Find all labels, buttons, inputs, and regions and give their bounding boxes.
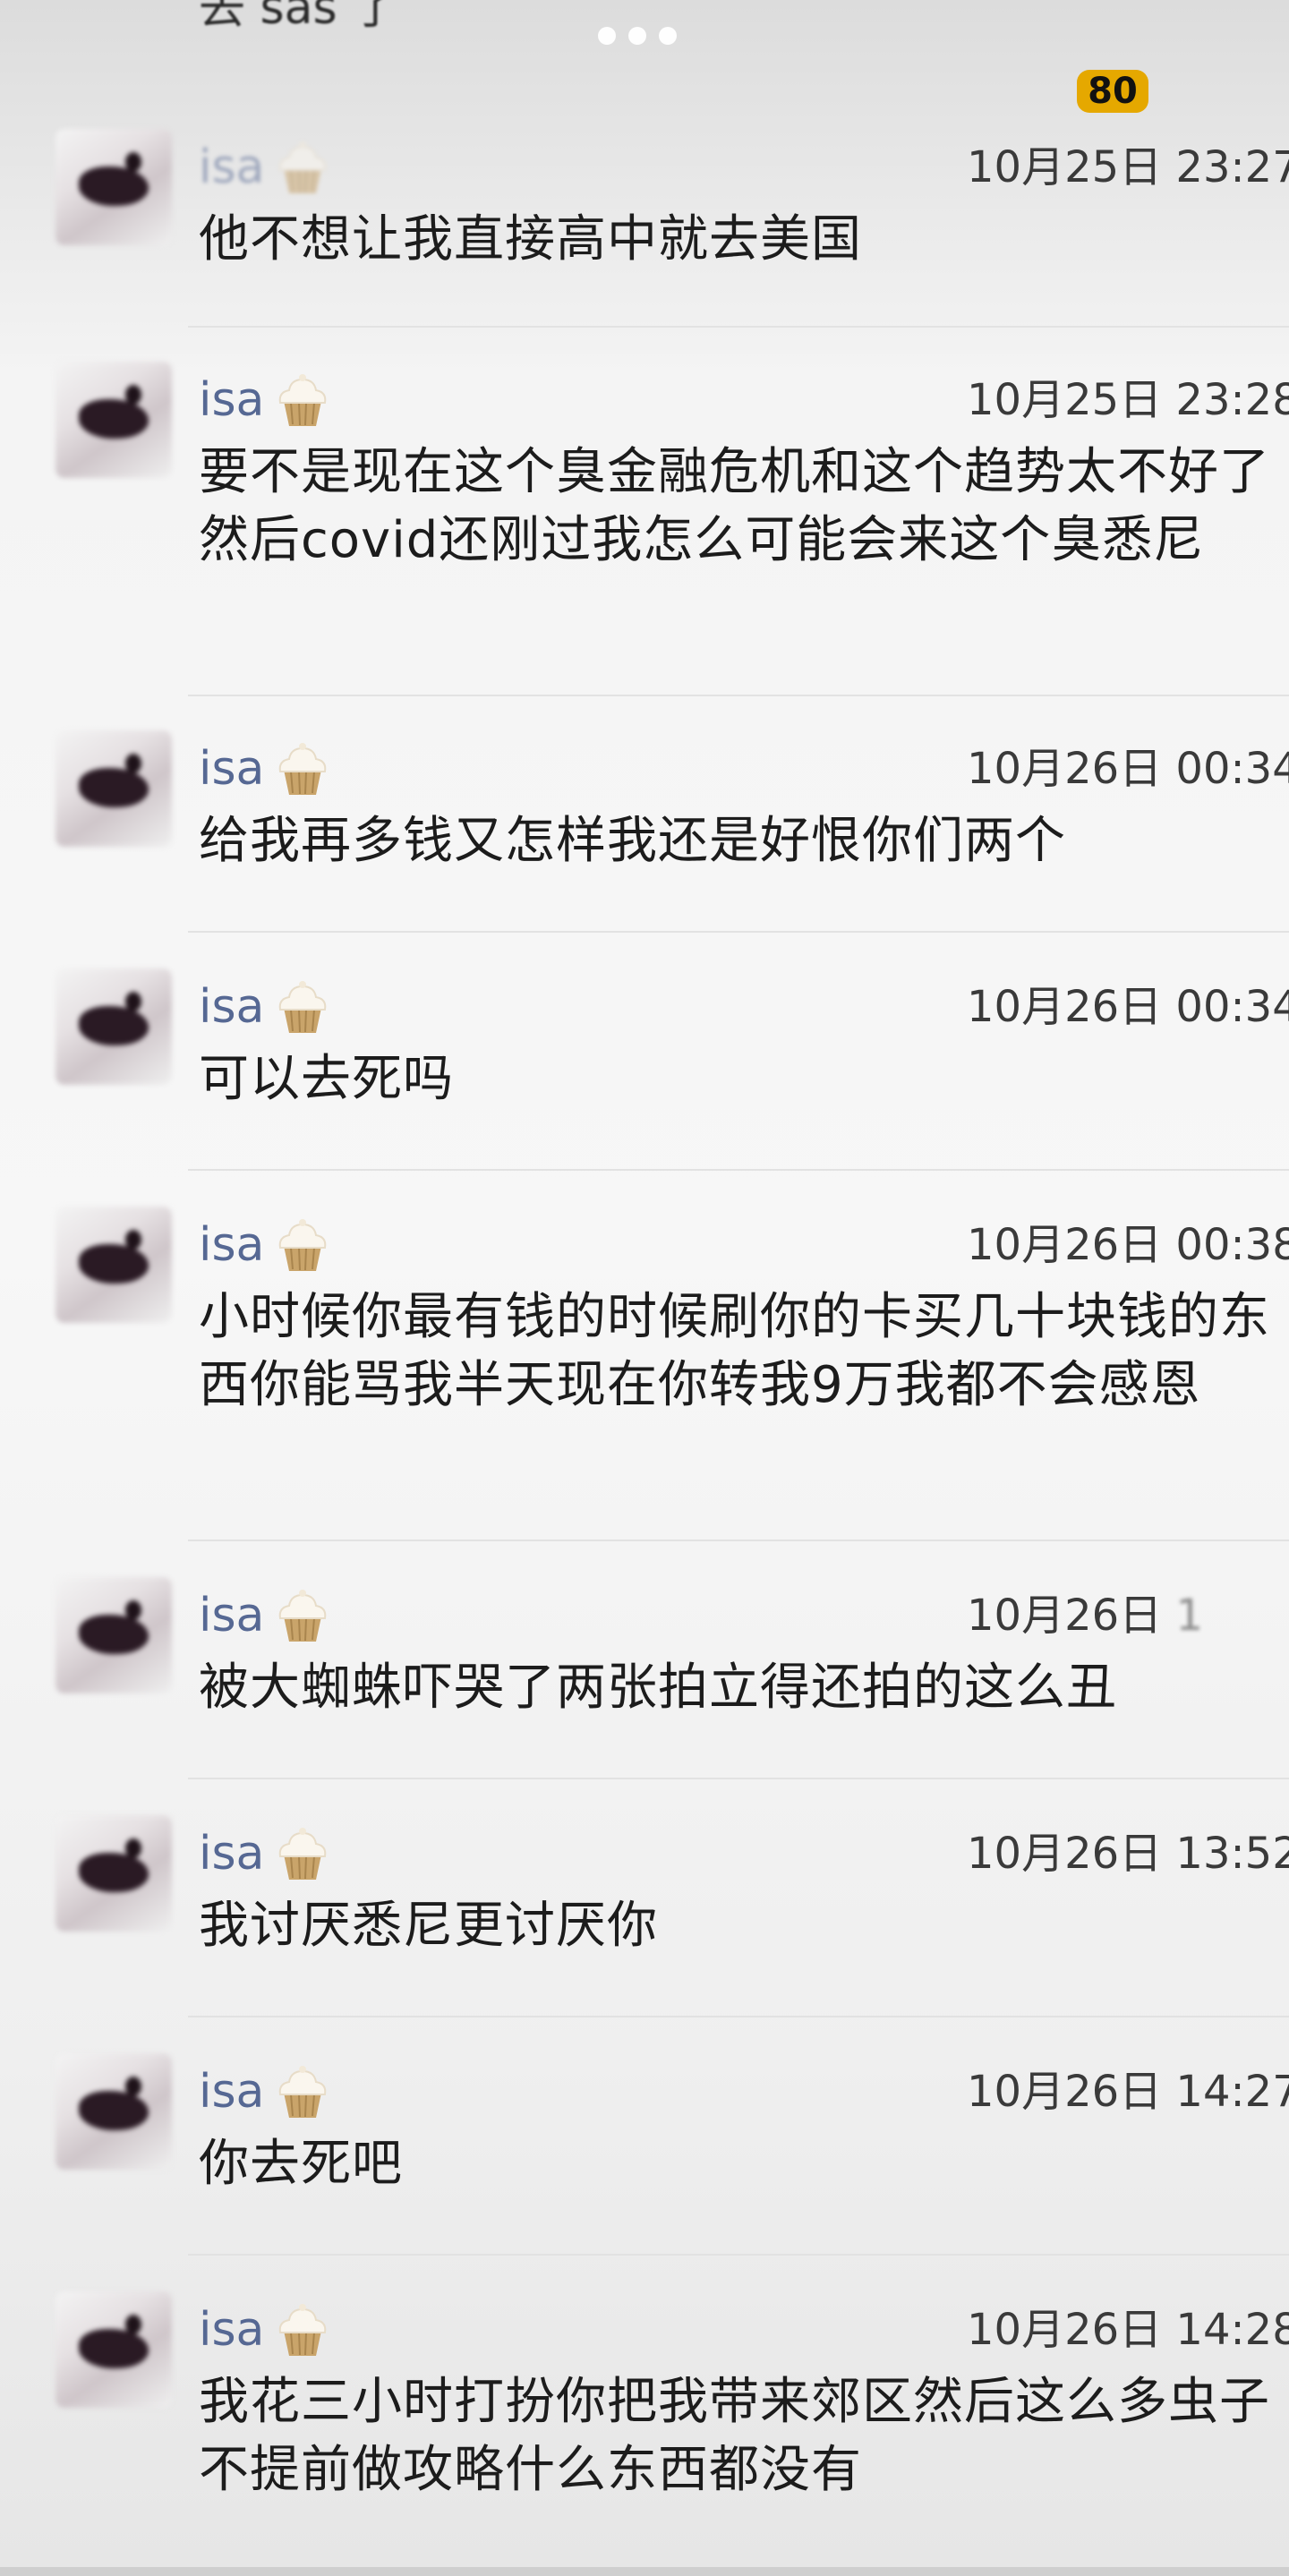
dot [598, 27, 616, 45]
more-dots-icon[interactable] [598, 27, 677, 45]
avatar[interactable] [55, 1815, 172, 1932]
message-text[interactable]: 要不是现在这个臭金融危机和这个趋势太不好了然后covid还刚过我怎么可能会来这个… [199, 439, 1282, 575]
message-timestamp: 10月26日 14:28 [967, 2305, 1289, 2355]
dot [628, 27, 646, 45]
chat-screen: 去 sas 了 80 isa 10月25日 23:27 他不想让我直接高中就去美… [0, 0, 1289, 2576]
message-timestamp: 10月26日 00:34 [967, 982, 1289, 1032]
bottom-edge [0, 2567, 1289, 2576]
avatar[interactable] [55, 362, 172, 478]
avatar[interactable] [55, 1577, 172, 1693]
sender-name-text: isa [199, 742, 265, 796]
divider [188, 1540, 1289, 1541]
sender-name[interactable]: isa [199, 136, 334, 199]
message-timestamp: 10月26日 1 [967, 1584, 1203, 1647]
message-timestamp: 10月26日 14:27 [967, 2067, 1289, 2117]
cupcake-icon [279, 2304, 327, 2356]
sender-name[interactable]: isa [199, 1214, 334, 1276]
sender-name[interactable]: isa [199, 2299, 334, 2361]
cupcake-icon [279, 1219, 327, 1271]
sender-name[interactable]: isa [199, 1822, 334, 1885]
divider [188, 2254, 1289, 2256]
message-text[interactable]: 他不想让我直接高中就去美国 [199, 206, 1282, 274]
message-timestamp: 10月26日 00:34 [967, 744, 1289, 794]
message-text[interactable]: 小时候你最有钱的时候刷你的卡买几十块钱的东西你能骂我半天现在你转我9万我都不会感… [199, 1284, 1282, 1420]
cupcake-icon [279, 141, 327, 193]
unread-count-badge[interactable]: 80 [1077, 70, 1148, 113]
message-text[interactable]: 我讨厌悉尼更讨厌你 [199, 1892, 1282, 1960]
divider [188, 1169, 1289, 1171]
message-text[interactable]: 被大蜘蛛吓哭了两张拍立得还拍的这么丑 [199, 1654, 1282, 1722]
message-timestamp-obscured: 1 [1175, 1591, 1203, 1641]
sender-name[interactable]: isa [199, 976, 334, 1038]
message-timestamp: 10月25日 23:27 [967, 142, 1289, 192]
message-text[interactable]: 你去死吧 [199, 2130, 1282, 2198]
previous-message-fragment: 去 sas 了 [199, 0, 399, 35]
sender-name-text: isa [199, 980, 265, 1034]
sender-name[interactable]: isa [199, 369, 334, 431]
message-timestamp: 10月26日 13:52 [967, 1829, 1289, 1879]
sender-name-text: isa [199, 1589, 265, 1642]
dot [659, 27, 677, 45]
message-text[interactable]: 给我再多钱又怎样我还是好恨你们两个 [199, 807, 1282, 875]
message-timestamp: 10月26日 00:38 [967, 1220, 1289, 1270]
sender-name[interactable]: isa [199, 738, 334, 800]
sender-name-text: isa [199, 2303, 265, 2357]
divider [188, 1778, 1289, 1779]
sender-name[interactable]: isa [199, 2060, 334, 2123]
divider [188, 326, 1289, 328]
message-text[interactable]: 我花三小时打扮你把我带来郊区然后这么多虫子不提前做攻略什么东西都没有 [199, 2368, 1282, 2504]
message-text[interactable]: 可以去死吗 [199, 1045, 1282, 1113]
sender-name[interactable]: isa [199, 1584, 334, 1647]
sender-name-text: isa [199, 141, 265, 194]
message-timestamp: 10月25日 23:28 [967, 375, 1289, 425]
cupcake-icon [279, 743, 327, 795]
divider [188, 931, 1289, 933]
cupcake-icon [279, 1828, 327, 1880]
divider [188, 695, 1289, 696]
avatar[interactable] [55, 2053, 172, 2170]
cupcake-icon [279, 1590, 327, 1642]
avatar[interactable] [55, 968, 172, 1085]
sender-name-text: isa [199, 1218, 265, 1272]
cupcake-icon [279, 374, 327, 426]
sender-name-text: isa [199, 2065, 265, 2119]
avatar[interactable] [55, 1207, 172, 1323]
avatar[interactable] [55, 2291, 172, 2408]
sender-name-text: isa [199, 1827, 265, 1881]
cupcake-icon [279, 2066, 327, 2118]
avatar[interactable] [55, 730, 172, 847]
sender-name-text: isa [199, 373, 265, 427]
message-timestamp-date: 10月26日 [967, 1591, 1163, 1641]
divider [188, 2016, 1289, 2017]
avatar[interactable] [55, 129, 172, 245]
cupcake-icon [279, 981, 327, 1033]
